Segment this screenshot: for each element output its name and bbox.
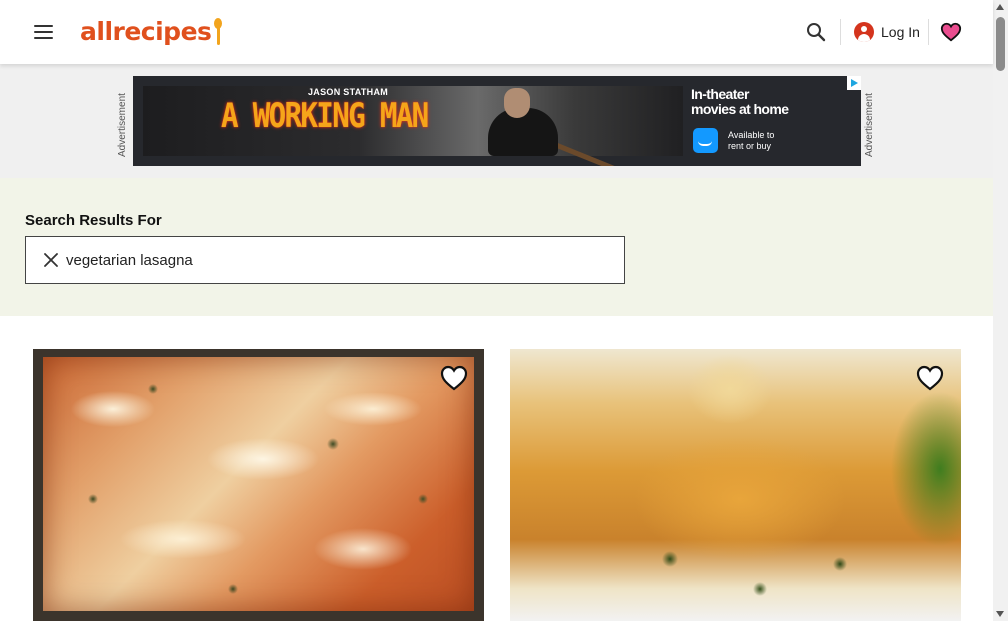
adchoices-icon[interactable]: [847, 76, 861, 90]
vertical-scrollbar[interactable]: [993, 0, 1008, 621]
scroll-up-arrow-icon[interactable]: [996, 4, 1004, 10]
recipe-image: [510, 349, 961, 621]
ad-availability-line2: rent or buy: [728, 141, 772, 151]
login-button[interactable]: Log In: [854, 21, 920, 43]
heart-outline-icon[interactable]: [439, 363, 469, 393]
ad-banner[interactable]: JASON STATHAM A WORKING MAN In-theater m…: [133, 76, 861, 166]
site-header: allrecipes Log In: [0, 0, 993, 64]
allrecipes-logo[interactable]: allrecipes: [80, 14, 223, 50]
ad-label-right: Advertisement: [864, 93, 875, 157]
recipe-image: [33, 349, 484, 621]
magnifier-search-icon[interactable]: [806, 22, 826, 42]
ad-tagline-line1: In-theater: [691, 86, 749, 102]
ad-tagline: In-theater movies at home: [691, 86, 789, 117]
ad-availability-line1: Available to: [728, 130, 775, 140]
scroll-down-arrow-icon[interactable]: [996, 611, 1004, 617]
user-avatar-icon: [854, 22, 874, 42]
hamburger-menu-icon[interactable]: [34, 23, 54, 41]
search-input[interactable]: [66, 249, 606, 271]
search-field[interactable]: [25, 236, 625, 284]
spoon-icon: [213, 17, 223, 47]
recipe-card[interactable]: [510, 349, 961, 621]
login-label: Log In: [881, 24, 920, 40]
prime-video-icon: [693, 128, 718, 153]
ad-tagline-line2: movies at home: [691, 101, 789, 117]
ad-label-left: Advertisement: [117, 93, 128, 157]
header-divider: [928, 19, 929, 45]
ad-movie-title: A WORKING MAN: [221, 96, 429, 136]
heart-outline-icon[interactable]: [915, 363, 945, 393]
scroll-thumb[interactable]: [996, 17, 1005, 71]
close-x-icon[interactable]: [43, 252, 59, 268]
ad-availability: Available to rent or buy: [728, 130, 774, 152]
search-results-heading: Search Results For: [25, 212, 162, 229]
logo-text: allrecipes: [80, 17, 212, 46]
recipe-card[interactable]: [33, 349, 484, 621]
heart-icon[interactable]: [940, 21, 962, 43]
header-divider: [840, 19, 841, 45]
ad-actor-image: [468, 86, 620, 166]
